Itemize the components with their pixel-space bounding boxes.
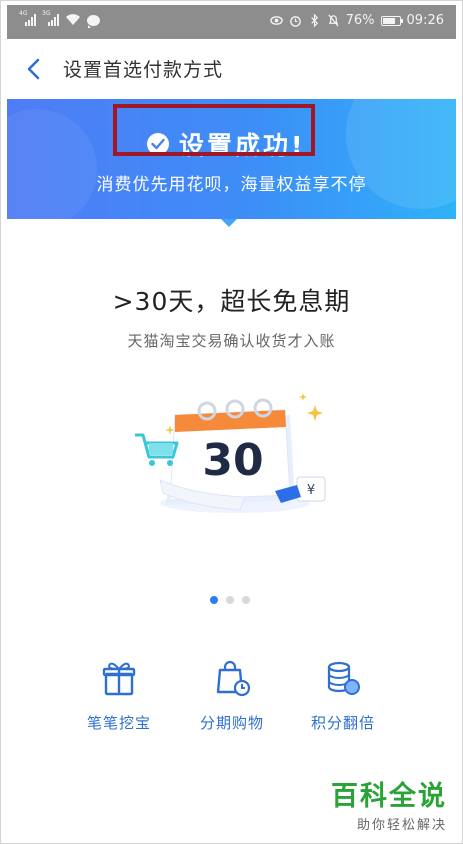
watermark-sub: 助你轻松解决 [356, 818, 447, 833]
eye-icon [269, 16, 283, 25]
shopping-cart-icon [135, 433, 179, 466]
battery-percent: 76% [345, 13, 375, 28]
feature-label: 分期购物 [199, 714, 264, 732]
highlight-annotation-box [113, 104, 315, 156]
status-left: 4G 3G [19, 10, 100, 28]
status-right: 76% 09:26 [269, 13, 444, 28]
feature-label: 笔笔挖宝 [86, 714, 151, 732]
feature-label: 积分翻倍 [310, 714, 375, 732]
watermark-main: 百科全说 [331, 781, 447, 812]
carousel-dot[interactable] [210, 596, 218, 604]
calendar-number: 30 [202, 435, 263, 486]
alarm-icon [289, 16, 301, 27]
banner-pointer [221, 219, 237, 227]
promo-title: >30天，超长免息期 [112, 287, 351, 316]
carousel-dot[interactable] [226, 596, 234, 604]
wifi-icon [66, 14, 80, 25]
currency-symbol: ¥ [307, 483, 315, 498]
coin-stack-icon [327, 661, 360, 695]
clock-time: 09:26 [406, 13, 444, 28]
banner-decoration [7, 109, 97, 219]
page-title: 设置首选付款方式 [63, 59, 224, 81]
mute-bell-icon [328, 14, 339, 27]
calendar-illustration: 30 ¥ [135, 393, 326, 513]
signal-icon: 4G [19, 10, 36, 26]
banner-subtitle: 消费优先用花呗，海量权益享不停 [96, 175, 367, 195]
back-arrow-icon[interactable] [23, 57, 45, 81]
network-type-label: 4G [19, 10, 28, 17]
shopping-bag-clock-icon [216, 660, 251, 697]
promo-subtitle: 天猫淘宝交易确认收货才入账 [127, 332, 336, 350]
carousel-dots [210, 596, 250, 604]
feature-item-bibi-wabao[interactable]: 笔笔挖宝 [64, 658, 174, 733]
carousel-dot[interactable] [242, 596, 250, 604]
message-icon [87, 14, 100, 28]
network-type-label: 3G [42, 10, 51, 17]
watermark: 百科全说 助你轻松解决 [331, 781, 447, 834]
gift-icon [102, 662, 136, 696]
status-bar: 4G 3G 76% 09:26 [7, 5, 456, 39]
feature-item-installment[interactable]: 分期购物 [177, 658, 287, 733]
battery-icon [380, 15, 403, 26]
bluetooth-icon [310, 14, 318, 27]
feature-item-points-double[interactable]: 积分翻倍 [288, 658, 398, 733]
nav-header: 设置首选付款方式 [7, 39, 456, 99]
signal-icon: 3G [42, 10, 59, 26]
